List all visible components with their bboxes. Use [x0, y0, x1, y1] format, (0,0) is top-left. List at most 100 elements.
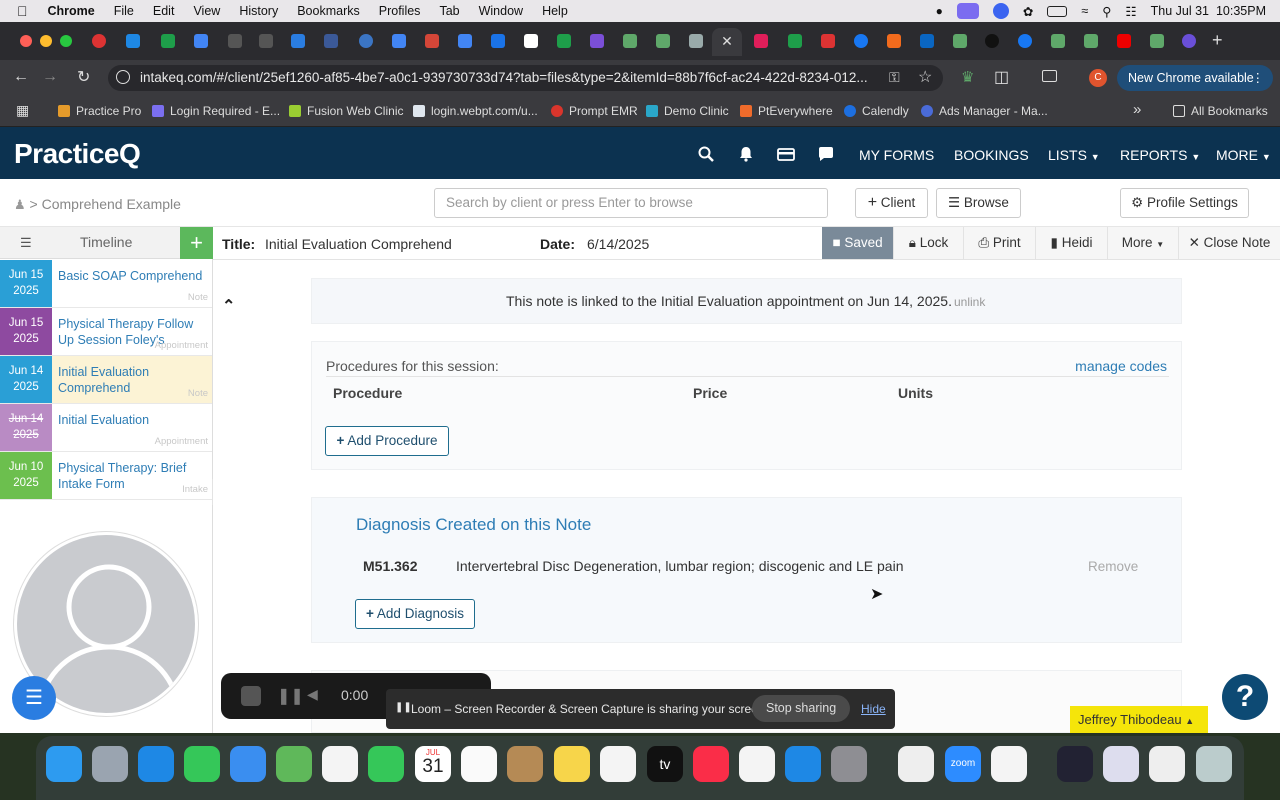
menu-file[interactable]: File — [114, 4, 134, 18]
tab-favicon[interactable] — [1117, 34, 1131, 48]
unlink-link[interactable]: unlink — [954, 295, 985, 309]
apple-icon[interactable]:  — [17, 3, 28, 19]
tab-favicon[interactable] — [985, 34, 999, 48]
dock-maps-icon[interactable] — [276, 746, 312, 782]
tab-favicon[interactable] — [1150, 34, 1164, 48]
tab-favicon[interactable] — [1084, 34, 1098, 48]
browse-button[interactable]: ☰ Browse — [936, 188, 1021, 218]
battery-icon[interactable] — [1047, 5, 1068, 17]
tab-favicon[interactable] — [788, 34, 802, 48]
menu-help[interactable]: Help — [542, 4, 568, 18]
lock-button[interactable]: 🔒︎ Lock — [893, 227, 963, 259]
tab-favicon[interactable] — [259, 34, 273, 48]
dock-chatgpt-icon[interactable] — [991, 746, 1027, 782]
timeline-title[interactable]: Initial Evaluation Comprehend — [58, 364, 208, 396]
dock-notes-icon[interactable] — [554, 746, 590, 782]
minimize-window-button[interactable] — [40, 35, 52, 47]
menu-tab[interactable]: Tab — [439, 4, 459, 18]
bookmark-item[interactable]: Fusion Web Clinic — [289, 104, 403, 118]
nav-reports[interactable]: REPORTS ▼ — [1120, 147, 1200, 163]
bookmarks-overflow-icon[interactable]: » — [1133, 101, 1141, 118]
side-panel-icon[interactable] — [1042, 70, 1057, 82]
close-tab-icon[interactable]: ✕ — [721, 33, 733, 49]
dock-safari-icon[interactable] — [138, 746, 174, 782]
timeline-item[interactable]: Jun 14 2025 Initial Evaluation Comprehend N… — [0, 356, 212, 404]
add-timeline-button[interactable]: + — [180, 227, 213, 259]
dock-chrome-icon[interactable] — [898, 746, 934, 782]
title-input[interactable]: Initial Evaluation Comprehend — [265, 236, 527, 252]
wifi-icon[interactable]: ≈ — [1081, 4, 1088, 18]
dock-calendar-icon[interactable]: JUL 31 — [415, 746, 451, 782]
tab-favicon[interactable] — [689, 34, 703, 48]
dock-window-preview-icon[interactable] — [1057, 746, 1093, 782]
tab-favicon[interactable] — [126, 34, 140, 48]
dock-messages-icon[interactable] — [184, 746, 220, 782]
print-button[interactable]: ⎙ Print — [963, 227, 1035, 259]
tab-favicon[interactable] — [359, 34, 373, 48]
address-bar[interactable]: intakeq.com/#/client/25ef1260-af85-4be7-… — [108, 65, 943, 91]
dock-contacts-icon[interactable] — [507, 746, 543, 782]
menu-fab-icon[interactable]: ☰ — [12, 676, 56, 720]
apps-grid-icon[interactable]: ▦ — [16, 102, 29, 119]
dock-window-preview-icon[interactable] — [1103, 746, 1139, 782]
kebab-menu-icon[interactable]: ⋮ — [1252, 65, 1265, 91]
bookmark-item[interactable]: PtEverywhere — [740, 104, 833, 118]
tab-favicon[interactable] — [590, 34, 604, 48]
help-button[interactable]: ? — [1222, 674, 1268, 720]
timeline-item[interactable]: Jun 14 2025 Initial Evaluation Appointment — [0, 404, 212, 452]
tab-favicon[interactable] — [656, 34, 670, 48]
bookmark-star-icon[interactable]: ☆ — [918, 67, 932, 87]
nav-more[interactable]: MORE ▼ — [1216, 147, 1271, 163]
dock-zoom-icon[interactable]: zoom — [945, 746, 981, 782]
dock-apple-tv-icon[interactable]: tv — [647, 746, 683, 782]
extensions-puzzle-icon[interactable]: ◫ — [994, 67, 1009, 87]
dock-finder-icon[interactable] — [46, 746, 82, 782]
nav-my-forms[interactable]: MY FORMS — [859, 147, 934, 163]
screen-share-icon[interactable] — [956, 3, 979, 19]
bookmark-item[interactable]: Practice Pro — [58, 104, 141, 118]
stop-record-icon[interactable] — [241, 686, 261, 706]
site-info-icon[interactable] — [116, 70, 130, 84]
timeline-item[interactable]: Jun 15 2025 Basic SOAP Comprehend Note — [0, 260, 212, 308]
bookmark-item[interactable]: Demo Clinic — [646, 104, 729, 118]
tab-favicon[interactable] — [92, 34, 106, 48]
microphone-icon[interactable]: ● — [936, 4, 943, 18]
stop-sharing-button[interactable]: Stop sharing — [752, 695, 851, 722]
maximize-window-button[interactable] — [60, 35, 72, 47]
tab-favicon[interactable] — [557, 34, 571, 48]
tab-favicon[interactable] — [887, 34, 901, 48]
menu-datetime[interactable]: Thu Jul 31 10:35PM — [1151, 4, 1266, 18]
active-tab[interactable]: ✕ — [712, 28, 742, 56]
tab-favicon[interactable] — [821, 34, 835, 48]
add-client-button[interactable]: + Client — [855, 188, 928, 218]
menu-profiles[interactable]: Profiles — [379, 4, 421, 18]
menu-app-name[interactable]: Chrome — [48, 4, 95, 18]
date-input[interactable]: 6/14/2025 — [587, 236, 649, 252]
tab-favicon[interactable] — [291, 34, 305, 48]
profile-avatar[interactable]: C — [1089, 69, 1107, 87]
nav-bookings[interactable]: BOOKINGS — [954, 147, 1029, 163]
dock-freeform-icon[interactable] — [600, 746, 636, 782]
practiceq-logo[interactable]: PracticeQ — [14, 138, 141, 170]
list-toggle-icon[interactable]: ☰ — [20, 235, 32, 251]
tab-favicon[interactable] — [324, 34, 338, 48]
tab-favicon[interactable] — [458, 34, 472, 48]
manage-codes-link[interactable]: manage codes — [1075, 358, 1167, 374]
bookmark-item[interactable]: Ads Manager - Ma... — [921, 104, 1048, 118]
saved-button[interactable]: ■ Saved — [822, 227, 893, 259]
dock-music-icon[interactable] — [693, 746, 729, 782]
timeline-item[interactable]: Jun 15 2025 Physical Therapy Follow Up Ses… — [0, 308, 212, 356]
user-chip[interactable]: Jeffrey Thibodeau ▲ — [1070, 706, 1208, 733]
tab-favicon[interactable] — [161, 34, 175, 48]
rewind-icon[interactable]: ◀ — [307, 686, 318, 703]
dock-app-store-icon[interactable] — [785, 746, 821, 782]
new-tab-button[interactable]: + — [1212, 30, 1223, 51]
hide-button[interactable]: Hide — [861, 702, 886, 716]
close-note-button[interactable]: ✕ Close Note — [1178, 227, 1280, 259]
dock-photos-icon[interactable] — [322, 746, 358, 782]
close-window-button[interactable] — [20, 35, 32, 47]
tab-favicon[interactable] — [524, 34, 538, 48]
bookmark-item[interactable]: login.webpt.com/u... — [413, 104, 538, 118]
dock-system-settings-icon[interactable] — [831, 746, 867, 782]
more-button[interactable]: More ▼ — [1107, 227, 1178, 259]
